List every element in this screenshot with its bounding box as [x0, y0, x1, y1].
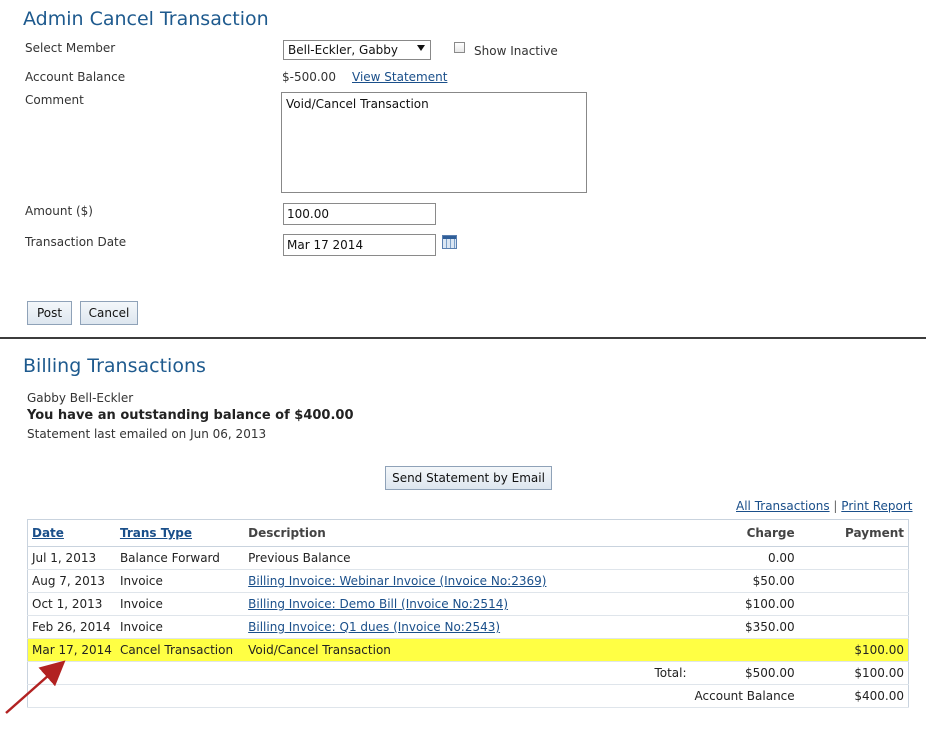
row-payment [798, 546, 909, 570]
account-balance-value: $-500.00 [282, 70, 336, 84]
row-type: Invoice [115, 569, 245, 593]
total-row: Total: $500.00 $100.00 [27, 661, 909, 685]
highlighted-table-row: Mar 17, 2014 Cancel Transaction Void/Can… [27, 638, 909, 662]
show-inactive-label: Show Inactive [474, 44, 558, 58]
column-header-payment: Payment [798, 519, 909, 547]
select-member-label: Select Member [25, 41, 116, 55]
column-header-charge: Charge [690, 519, 799, 547]
total-label: Total: [606, 661, 691, 685]
send-statement-button[interactable]: Send Statement by Email [385, 466, 552, 490]
row-type: Invoice [115, 615, 245, 639]
row-charge: $350.00 [690, 615, 799, 639]
table-row: Aug 7, 2013 Invoice Billing Invoice: Web… [27, 569, 909, 593]
row-charge: $100.00 [690, 592, 799, 616]
account-balance-row-value: $400.00 [798, 684, 909, 708]
table-row: Feb 26, 2014 Invoice Billing Invoice: Q1… [27, 615, 909, 639]
row-date: Aug 7, 2013 [27, 569, 116, 593]
row-type: Balance Forward [115, 546, 245, 570]
annotation-arrow-icon [5, 660, 66, 714]
row-payment: $100.00 [798, 638, 909, 662]
row-payment [798, 569, 909, 593]
member-name: Gabby Bell-Eckler [27, 391, 134, 405]
invoice-link-2369[interactable]: Billing Invoice: Webinar Invoice (Invoic… [248, 574, 546, 588]
view-statement-link[interactable]: View Statement [352, 70, 447, 84]
cancel-button[interactable]: Cancel [80, 301, 138, 325]
row-charge: $50.00 [690, 569, 799, 593]
row-type: Cancel Transaction [115, 638, 245, 662]
column-header-description: Description [244, 519, 607, 547]
transaction-date-input[interactable] [283, 234, 436, 256]
link-separator: | [833, 499, 838, 513]
member-select[interactable]: Bell-Eckler, Gabby [283, 40, 431, 60]
all-transactions-link[interactable]: All Transactions [736, 499, 830, 513]
outstanding-balance: You have an outstanding balance of $400.… [27, 408, 354, 423]
transaction-date-label: Transaction Date [25, 235, 127, 249]
row-description: Previous Balance [244, 546, 607, 570]
report-links: All Transactions | Print Report [736, 499, 913, 513]
sort-date-link[interactable]: Date [32, 526, 64, 540]
show-inactive-checkbox[interactable] [454, 42, 465, 53]
account-balance-row: Account Balance $400.00 [27, 684, 909, 708]
invoice-link-2514[interactable]: Billing Invoice: Demo Bill (Invoice No:2… [248, 597, 508, 611]
row-payment [798, 615, 909, 639]
last-emailed-text: Statement last emailed on Jun 06, 2013 [27, 427, 267, 441]
section-divider [0, 337, 926, 339]
table-row: Jul 1, 2013 Balance Forward Previous Bal… [27, 546, 909, 570]
row-payment [798, 592, 909, 616]
row-description: Void/Cancel Transaction [244, 638, 607, 662]
chevron-down-icon [417, 45, 425, 51]
comment-label: Comment [25, 93, 84, 107]
account-balance-row-label: Account Balance [690, 684, 799, 708]
row-type: Invoice [115, 592, 245, 616]
print-report-link[interactable]: Print Report [841, 499, 912, 513]
comment-textarea[interactable]: Void/Cancel Transaction [281, 92, 587, 193]
amount-input[interactable] [283, 203, 436, 225]
row-date: Jul 1, 2013 [27, 546, 116, 570]
total-charge: $500.00 [690, 661, 799, 685]
account-balance-label: Account Balance [25, 70, 126, 84]
sort-trans-type-link[interactable]: Trans Type [120, 526, 192, 540]
table-header: Date Trans Type Description Charge Payme… [27, 519, 909, 547]
calendar-icon[interactable] [442, 235, 457, 249]
member-select-value: Bell-Eckler, Gabby [288, 43, 399, 57]
row-date: Oct 1, 2013 [27, 592, 116, 616]
post-button[interactable]: Post [27, 301, 72, 325]
row-date: Feb 26, 2014 [27, 615, 116, 639]
row-charge [690, 638, 799, 662]
transactions-table: Date Trans Type Description Charge Payme… [27, 519, 909, 708]
form-title: Admin Cancel Transaction [23, 8, 269, 30]
table-row: Oct 1, 2013 Invoice Billing Invoice: Dem… [27, 592, 909, 616]
column-header-date[interactable]: Date [27, 519, 116, 547]
column-header-trans-type[interactable]: Trans Type [115, 519, 245, 547]
invoice-link-2543[interactable]: Billing Invoice: Q1 dues (Invoice No:254… [248, 620, 500, 634]
total-payment: $100.00 [798, 661, 909, 685]
amount-label: Amount ($) [25, 204, 93, 218]
billing-title: Billing Transactions [23, 355, 206, 377]
row-charge: 0.00 [690, 546, 799, 570]
